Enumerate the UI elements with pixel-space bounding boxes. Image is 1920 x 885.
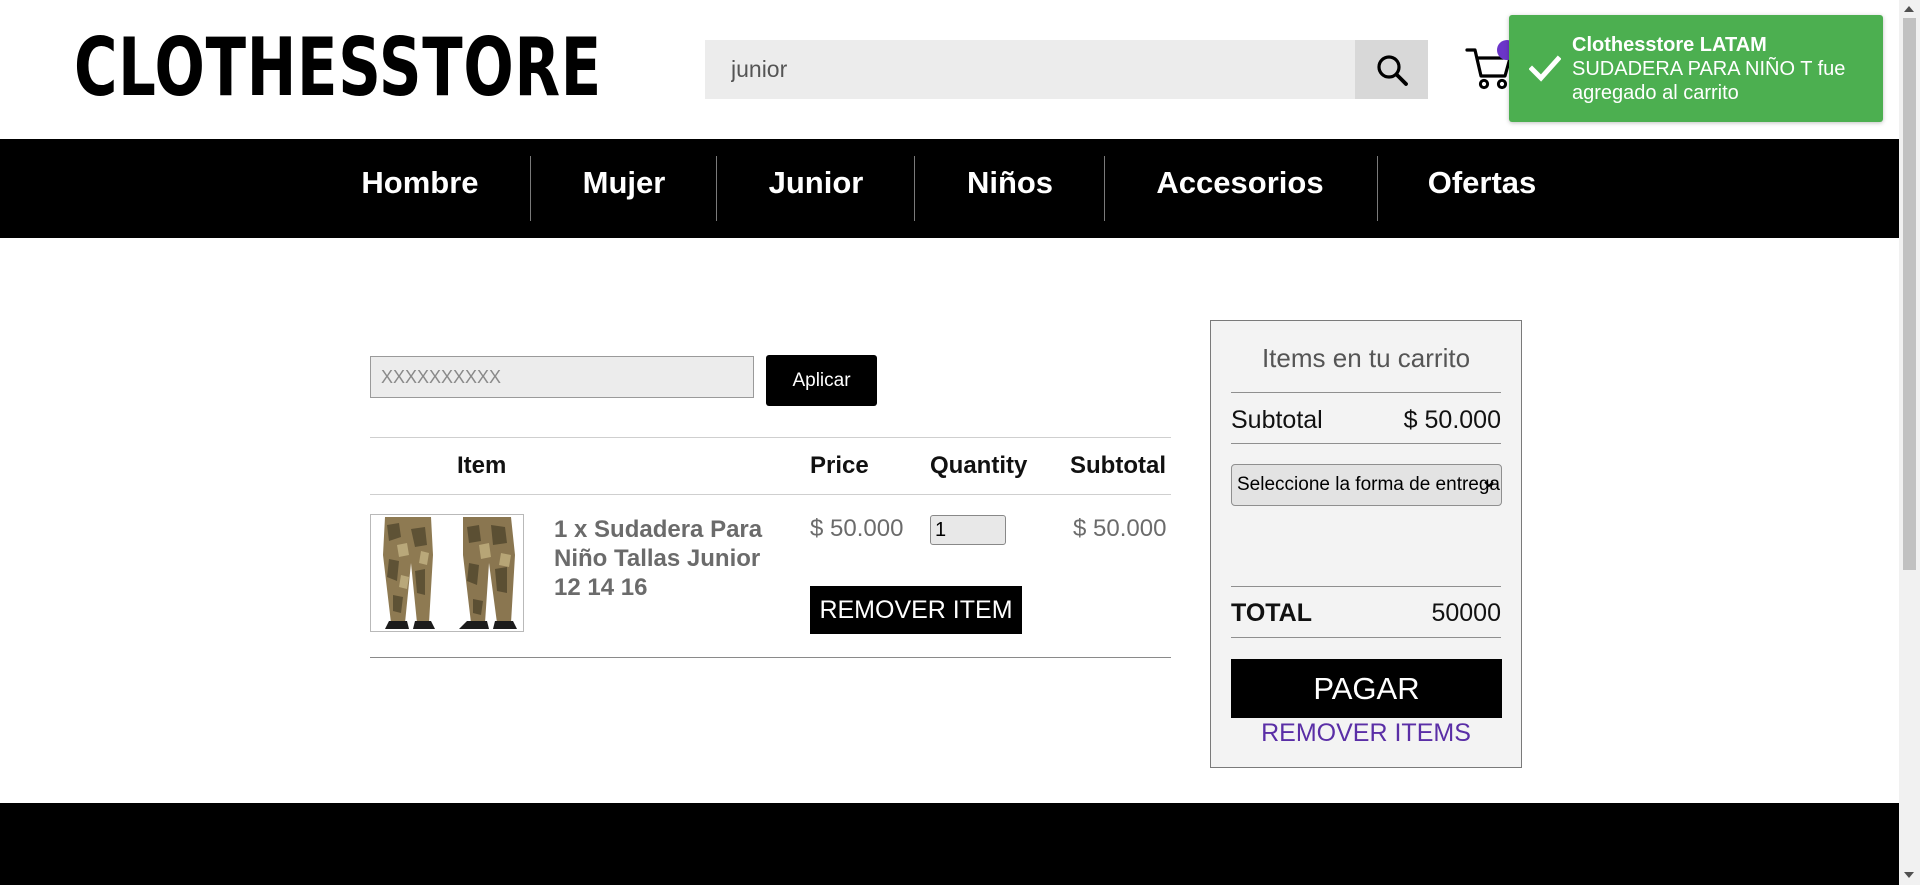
search-bar <box>705 40 1428 99</box>
store-logo[interactable]: CLOTHESSTORE <box>74 28 602 108</box>
nav-divider <box>716 156 717 221</box>
table-top-divider <box>370 437 1171 438</box>
summary-subtotal-label: Subtotal <box>1231 406 1323 434</box>
toast-title: Clothesstore LATAM <box>1572 34 1767 56</box>
page-viewport: CLOTHESSTORE Hombre Mujer Junior Niños A… <box>0 0 1899 885</box>
summary-total-label: TOTAL <box>1231 599 1313 627</box>
added-to-cart-toast[interactable]: Clothesstore LATAM SUDADERA PARA NIÑO T … <box>1509 15 1883 122</box>
cart-item-subtotal: $ 50.000 <box>1073 515 1167 542</box>
product-thumbnail[interactable] <box>370 514 524 632</box>
summary-total-value: 50000 <box>1431 599 1501 627</box>
summary-divider <box>1231 443 1501 444</box>
site-footer <box>0 803 1899 885</box>
nav-divider <box>1377 156 1378 221</box>
column-header-item: Item <box>457 452 507 479</box>
search-icon <box>1376 54 1408 86</box>
column-header-price: Price <box>810 452 869 479</box>
nav-item-ninos[interactable]: Niños <box>950 139 1070 238</box>
delivery-select-value: Seleccione la forma de entrega <box>1237 474 1500 495</box>
chevron-down-icon <box>1484 481 1494 488</box>
quantity-input[interactable] <box>930 515 1006 545</box>
search-button[interactable] <box>1355 40 1428 99</box>
nav-divider <box>1104 156 1105 221</box>
page-scrollbar[interactable] <box>1899 0 1920 885</box>
scroll-up-arrow-icon[interactable] <box>1904 6 1914 12</box>
nav-item-mujer[interactable]: Mujer <box>568 139 680 238</box>
cart-item-price: $ 50.000 <box>810 515 904 542</box>
toast-message: SUDADERA PARA NIÑO T fue agregado al car… <box>1572 58 1846 104</box>
nav-item-hombre[interactable]: Hombre <box>348 139 492 238</box>
remove-all-items-link[interactable]: REMOVER ITEMS <box>1211 719 1521 748</box>
column-header-subtotal: Subtotal <box>1070 452 1166 479</box>
apply-coupon-button[interactable]: Aplicar <box>766 355 877 406</box>
nav-item-ofertas[interactable]: Ofertas <box>1412 139 1552 238</box>
search-input[interactable] <box>705 40 1355 99</box>
summary-divider <box>1231 637 1501 638</box>
pay-button[interactable]: PAGAR <box>1231 659 1502 718</box>
table-bottom-divider <box>370 657 1171 658</box>
scroll-down-arrow-icon[interactable] <box>1904 872 1914 878</box>
check-icon <box>1529 55 1561 82</box>
summary-subtotal-value: $ 50.000 <box>1403 406 1501 434</box>
summary-divider <box>1231 586 1501 587</box>
nav-divider <box>530 156 531 221</box>
summary-title: Items en tu carrito <box>1261 343 1471 373</box>
cart-summary-panel: Items en tu carrito Subtotal $ 50.000 Se… <box>1210 320 1522 768</box>
nav-item-accesorios[interactable]: Accesorios <box>1140 139 1340 238</box>
summary-divider <box>1231 392 1501 393</box>
scrollbar-thumb[interactable] <box>1903 18 1916 570</box>
nav-divider <box>914 156 915 221</box>
nav-item-junior[interactable]: Junior <box>752 139 880 238</box>
cart-item-title[interactable]: 1 x Sudadera Para Niño Tallas Junior 12 … <box>554 515 784 602</box>
column-header-quantity: Quantity <box>930 452 1028 479</box>
product-image <box>371 515 523 631</box>
coupon-code-input[interactable] <box>370 356 754 398</box>
table-header-divider <box>370 494 1171 495</box>
remove-item-button[interactable]: REMOVER ITEM <box>810 586 1022 634</box>
category-nav: Hombre Mujer Junior Niños Accesorios Ofe… <box>0 139 1899 238</box>
delivery-method-select[interactable]: Seleccione la forma de entrega <box>1231 464 1502 506</box>
